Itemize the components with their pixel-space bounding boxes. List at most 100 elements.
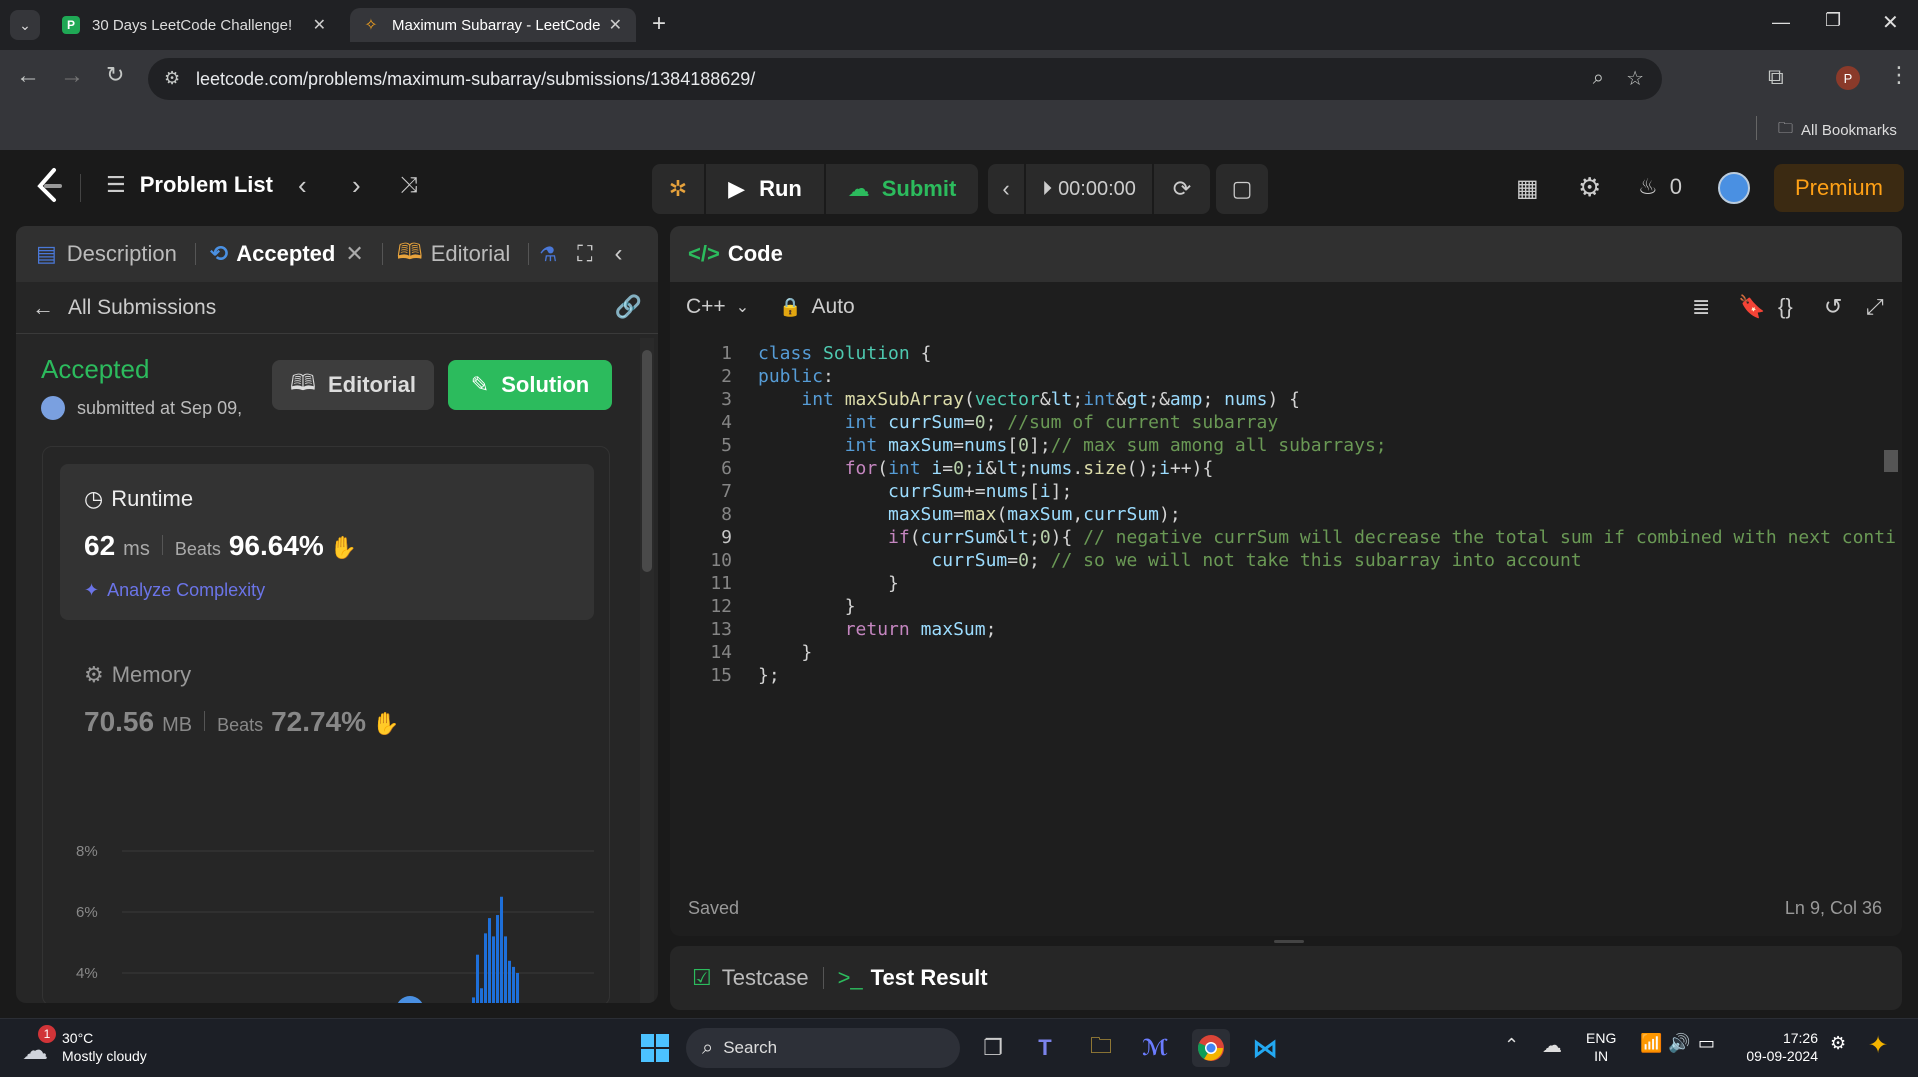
teams-icon[interactable]: T (1026, 1029, 1064, 1067)
prev-problem-icon[interactable]: ‹ (298, 170, 307, 201)
app-icon[interactable]: ℳ (1136, 1029, 1174, 1067)
browser-tab-active[interactable]: ✧ Maximum Subarray - LeetCode ✕ (350, 8, 636, 42)
editor-scrollbar-marker (1884, 450, 1898, 472)
close-tab-icon[interactable]: ✕ (345, 241, 363, 267)
browser-menu-icon[interactable]: ⋮ (1888, 62, 1910, 88)
reset-timer-button[interactable]: ⟳ (1154, 164, 1210, 214)
code-line[interactable]: 15}; (670, 662, 1902, 690)
zoom-icon[interactable]: ⌕ (1593, 67, 1604, 90)
bookmarks-separator (1756, 116, 1757, 140)
site-info-icon[interactable]: ⚙ (164, 68, 180, 89)
reload-icon[interactable]: ↻ (106, 62, 124, 88)
url-field[interactable]: ⚙ leetcode.com/problems/maximum-subarray… (148, 58, 1662, 100)
premium-button[interactable]: Premium (1774, 164, 1904, 212)
tab-divider (528, 243, 530, 265)
restore-button[interactable]: ❐ (1825, 10, 1841, 31)
flask-icon[interactable]: ⚗ (539, 242, 557, 267)
share-link-icon[interactable]: 🔗 (615, 294, 642, 320)
tab-editorial[interactable]: 🕮 Editorial (397, 235, 510, 273)
notes-button[interactable]: ▢ (1216, 164, 1268, 214)
windows-start-icon[interactable] (636, 1029, 674, 1067)
analyze-complexity-link[interactable]: ✦ Analyze Complexity (84, 580, 265, 601)
battery-icon[interactable]: ▭ (1698, 1033, 1715, 1054)
streak-value: 0 (1669, 174, 1682, 199)
wifi-icon[interactable]: 📶 (1640, 1033, 1662, 1054)
back-arrow-icon[interactable]: ← (16, 62, 40, 90)
bookmark-star-icon[interactable]: ☆ (1626, 66, 1644, 91)
distribution-chart[interactable]: 8% 6% 4% (56, 796, 596, 1003)
browser-tab-bar: ⌄ P 30 Days LeetCode Challenge! ✕ ✧ Maxi… (0, 0, 1918, 50)
close-tab-icon[interactable]: ✕ (609, 15, 622, 35)
problem-list-button[interactable]: ☰ Problem List (106, 172, 273, 198)
task-view-icon[interactable]: ❐ (974, 1029, 1012, 1067)
panel-resize-handle[interactable] (1274, 940, 1304, 943)
editorial-button[interactable]: 🕮 Editorial (272, 360, 434, 410)
extensions-icon[interactable]: ⧉ (1768, 64, 1784, 90)
tab-accepted[interactable]: ⟲ Accepted ✕ (210, 241, 364, 267)
notification-icon[interactable]: ⚙ (1830, 1033, 1846, 1054)
leetcode-logo-icon[interactable] (34, 166, 64, 206)
clock[interactable]: 17:26 09-09-2024 (1736, 1029, 1818, 1065)
next-problem-icon[interactable]: › (352, 170, 361, 201)
runtime-card[interactable]: ◷ Runtime 62 ms Beats 96.64% ✋ ✦ Analyze C… (60, 464, 594, 620)
tab-description-label: Description (66, 241, 177, 266)
tab-description[interactable]: ▤ Description (36, 241, 177, 267)
submission-panel: ▤ Description ⟲ Accepted ✕ 🕮 Editorial ⚗… (16, 226, 658, 1003)
timer-button[interactable]: ⏵ 00:00:00 (1026, 164, 1152, 214)
fullscreen-icon[interactable]: ⛶ (577, 241, 592, 267)
chevron-down-icon: ⌄ (735, 299, 750, 316)
weather-widget[interactable]: ☁ 1 30°C Mostly cloudy (20, 1025, 147, 1065)
submit-button[interactable]: ☁ Submit (826, 164, 978, 214)
minimize-button[interactable]: — (1772, 12, 1790, 33)
leetcode-favicon-icon: ✧ (364, 17, 378, 34)
cloud-upload-icon: ☁ (847, 176, 870, 201)
expand-icon[interactable]: ⤢ (1866, 294, 1884, 320)
bookmark-icon[interactable]: 🔖 (1738, 294, 1765, 320)
tab-search-button[interactable]: ⌄ (10, 10, 40, 40)
tab-test-result[interactable]: Test Result (871, 965, 988, 991)
user-avatar[interactable] (1718, 172, 1750, 204)
new-tab-button[interactable]: + (652, 10, 666, 38)
close-tab-icon[interactable]: ✕ (313, 15, 326, 35)
language-indicator[interactable]: ENG IN (1586, 1029, 1616, 1065)
back-arrow-icon[interactable]: ← (32, 295, 54, 321)
undo-icon[interactable]: ↺ (1824, 294, 1842, 320)
all-bookmarks[interactable]: 🗀 All Bookmarks (1778, 118, 1897, 143)
tab-testcase[interactable]: Testcase (722, 965, 809, 991)
close-window-button[interactable]: ✕ (1882, 10, 1899, 35)
stat-divider (204, 711, 206, 731)
settings-gear-icon[interactable]: ⚙ (1578, 172, 1601, 203)
all-submissions-link[interactable]: All Submissions (68, 296, 216, 320)
run-button[interactable]: ▶ Run (706, 164, 824, 214)
scrollbar-thumb[interactable] (642, 350, 652, 572)
solution-button[interactable]: ✎ Solution (448, 360, 612, 410)
memory-title[interactable]: ⚙ Memory (84, 662, 191, 688)
runtime-label: Runtime (111, 486, 194, 511)
debug-button[interactable]: ✲ (652, 164, 704, 214)
runtime-title: ◷ Runtime (84, 486, 193, 512)
copilot-icon[interactable]: ✦ (1868, 1031, 1888, 1060)
profile-avatar[interactable]: P (1836, 66, 1860, 90)
volume-icon[interactable]: 🔊 (1668, 1033, 1690, 1054)
code-editor[interactable]: 1 class Solution {2 public: 3 int maxSubArr… (670, 334, 1902, 874)
taskbar-search[interactable]: ⌕ Search (686, 1028, 960, 1068)
mode-label[interactable]: Auto (812, 295, 855, 319)
distribution-bar (500, 896, 503, 1003)
forward-arrow-icon[interactable]: → (60, 62, 84, 90)
chrome-icon[interactable] (1192, 1029, 1230, 1067)
braces-icon[interactable]: {} (1778, 294, 1793, 320)
vscode-icon[interactable]: ⋈ (1246, 1029, 1284, 1067)
collapse-panel-icon[interactable]: ‹ (615, 240, 623, 268)
layout-grid-icon[interactable]: ▦ (1516, 174, 1539, 203)
streak-counter[interactable]: ♨ 0 (1638, 174, 1682, 200)
file-explorer-icon[interactable]: 🗀 (1082, 1029, 1120, 1067)
format-icon[interactable]: ≣ (1692, 294, 1710, 320)
all-bookmarks-label: All Bookmarks (1801, 122, 1897, 139)
timer-collapse-button[interactable]: ‹ (988, 164, 1024, 214)
tab-divider (822, 967, 824, 989)
shuffle-icon[interactable]: ⤨ (400, 172, 418, 198)
language-select[interactable]: C++ ⌄ (686, 295, 749, 319)
onedrive-icon[interactable]: ☁ (1542, 1033, 1562, 1058)
browser-tab[interactable]: P 30 Days LeetCode Challenge! ✕ (50, 8, 340, 42)
show-hidden-icons-chevron-icon[interactable]: ⌃ (1504, 1035, 1519, 1056)
